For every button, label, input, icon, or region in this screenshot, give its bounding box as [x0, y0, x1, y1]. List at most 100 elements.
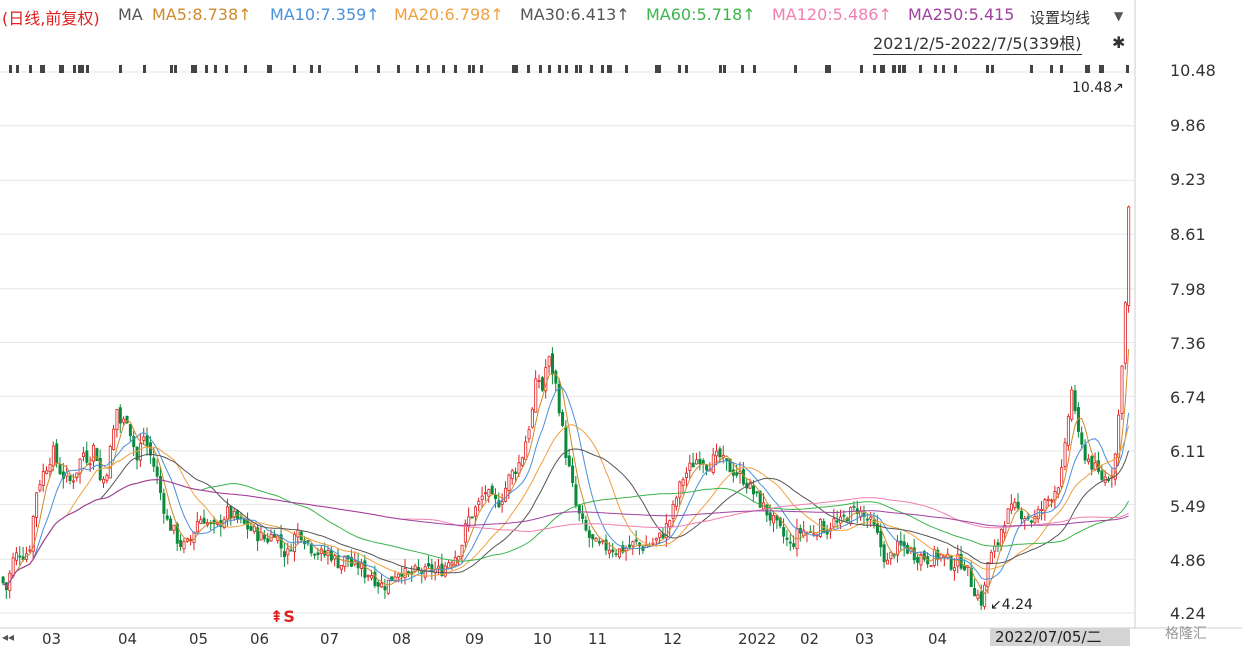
- event-marker: [40, 65, 43, 73]
- candle-body: [71, 480, 75, 483]
- candle-body: [614, 553, 618, 556]
- candle-body: [571, 465, 575, 483]
- event-marker: [293, 65, 296, 73]
- candle-body: [584, 519, 588, 531]
- candle-body: [172, 524, 176, 531]
- scroll-left-icon[interactable]: ◂◂: [2, 630, 14, 644]
- candle-body: [192, 531, 196, 543]
- event-marker: [61, 65, 64, 73]
- candle-body: [289, 549, 293, 552]
- event-marker: [119, 65, 122, 73]
- candle-body: [685, 472, 689, 478]
- candle-body: [715, 450, 719, 457]
- candle-body: [306, 540, 310, 543]
- candle-body: [1083, 444, 1087, 461]
- candle-body: [591, 534, 595, 540]
- candle-body: [138, 443, 142, 461]
- candle-body: [869, 516, 873, 520]
- candle-body: [735, 472, 739, 476]
- x-tick-label: 10: [533, 630, 553, 648]
- candle-body: [128, 423, 132, 437]
- candle-body: [564, 426, 568, 458]
- candle-body: [48, 464, 52, 472]
- x-tick-label: 04: [928, 630, 948, 648]
- y-tick-label: 10.48: [1170, 61, 1216, 80]
- x-tick-label: 05: [189, 630, 209, 648]
- x-tick-label: 06: [250, 630, 270, 648]
- event-marker: [269, 65, 272, 73]
- candle-body: [18, 555, 22, 558]
- event-marker: [590, 65, 593, 73]
- event-marker: [882, 65, 885, 73]
- candle-body: [1, 576, 5, 584]
- candle-body: [996, 542, 1000, 546]
- candle-body: [396, 573, 400, 578]
- candle-body: [329, 550, 333, 561]
- candle-body: [527, 429, 531, 440]
- candle-body: [581, 513, 585, 519]
- candle-body: [514, 471, 518, 474]
- ma120-line: [2, 479, 1129, 588]
- event-marker: [575, 65, 578, 73]
- event-marker: [1030, 65, 1033, 73]
- candle-body: [661, 534, 665, 539]
- candle-body: [316, 552, 320, 556]
- y-tick-label: 5.49: [1170, 497, 1206, 516]
- candle-body: [189, 538, 193, 541]
- event-marker: [565, 65, 568, 73]
- event-marker: [170, 65, 173, 73]
- event-marker: [310, 65, 313, 73]
- signal-marker[interactable]: ⇞S: [270, 607, 295, 626]
- candle-body: [618, 548, 622, 558]
- candle-body: [1120, 365, 1124, 414]
- event-marker: [73, 65, 76, 73]
- x-tick-label: 03: [42, 630, 62, 648]
- event-marker: [1050, 65, 1053, 73]
- candle-body: [634, 539, 638, 542]
- event-marker: [934, 65, 937, 73]
- candle-body: [842, 514, 846, 517]
- candle-body: [973, 588, 977, 597]
- candle-body: [705, 465, 709, 471]
- candle-body: [477, 500, 481, 505]
- candle-body: [882, 544, 886, 563]
- x-tick-label: 04: [118, 630, 138, 648]
- candle-body: [755, 491, 759, 494]
- candle-body: [78, 458, 82, 474]
- candle-body: [88, 463, 92, 466]
- watermark-logo: 格隆汇: [1165, 626, 1207, 642]
- event-marker: [244, 65, 247, 73]
- candle-body: [534, 378, 538, 413]
- candle-body: [772, 515, 776, 524]
- candle-body: [118, 407, 122, 424]
- candlestick-chart[interactable]: [0, 0, 1242, 646]
- candle-body: [554, 370, 558, 384]
- candle-body: [35, 492, 39, 518]
- event-marker: [318, 65, 321, 73]
- candle-body: [1070, 389, 1074, 420]
- candle-body: [561, 411, 565, 426]
- candle-body: [1073, 390, 1077, 411]
- candle-body: [1050, 499, 1054, 502]
- candle-body: [339, 564, 343, 570]
- candle-body: [115, 408, 119, 431]
- candle-body: [282, 551, 286, 558]
- candle-body: [752, 485, 756, 495]
- candle-body: [979, 591, 983, 606]
- candle-body: [259, 532, 263, 541]
- candle-body: [540, 377, 544, 391]
- candle-body: [400, 573, 404, 577]
- candle-body: [886, 559, 890, 565]
- candle-body: [142, 436, 146, 441]
- event-marker: [741, 65, 744, 73]
- candle-body: [768, 512, 772, 521]
- candle-body: [1100, 470, 1104, 480]
- candle-body: [597, 541, 601, 544]
- candle-body: [695, 459, 699, 465]
- x-tick-label: 03: [855, 630, 875, 648]
- candle-body: [195, 521, 199, 533]
- candle-body: [916, 557, 920, 563]
- candle-body: [986, 562, 990, 587]
- candle-body: [494, 494, 498, 500]
- candle-body: [674, 497, 678, 507]
